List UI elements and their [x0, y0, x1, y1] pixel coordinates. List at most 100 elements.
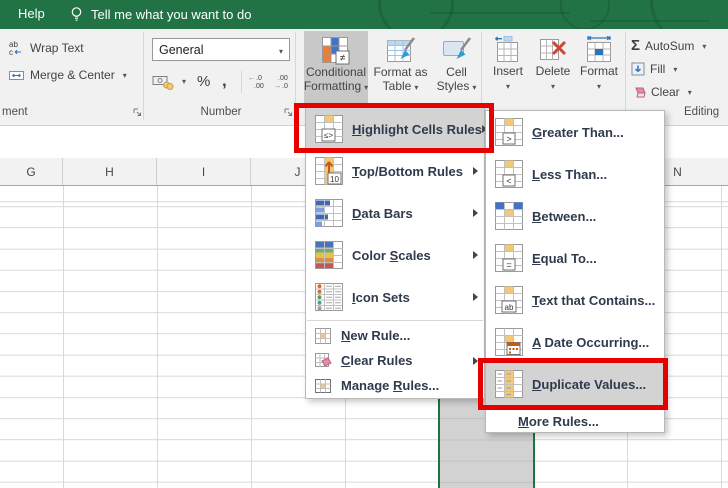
decorative-circuit-pattern [560, 0, 610, 29]
insert-icon [493, 35, 523, 65]
svg-text:10: 10 [330, 175, 339, 184]
svg-text:.00: .00 [278, 75, 288, 82]
svg-text:≤>: ≤> [324, 131, 333, 140]
highlight-cells-rules-icon: ≤> [314, 114, 344, 144]
submenu-item-label: Duplicate Values... [532, 377, 646, 392]
format-label: Format [580, 65, 618, 79]
menu-item-manage-rules[interactable]: Manage Rules... [306, 373, 484, 398]
wrap-text-button[interactable]: ab c Wrap Text [8, 36, 84, 60]
menu-item-clear-rules[interactable]: Clear Rules [306, 348, 484, 373]
small-separator [241, 71, 242, 93]
increase-decimal-icon: ←.0 .00 [248, 73, 270, 90]
conditional-formatting-label2: Formatting [304, 80, 368, 95]
group-separator [625, 32, 626, 120]
decrease-decimal-button[interactable]: .00 →.0 [274, 69, 296, 93]
svg-text:.0: .0 [256, 75, 262, 82]
submenu-arrow-icon [473, 357, 478, 365]
menu-item-label: Icon Sets [352, 290, 410, 305]
submenu-item-between[interactable]: Between... [486, 195, 664, 237]
svg-text:>: > [506, 134, 511, 144]
title-bar: Help Tell me what you want to do [0, 0, 728, 29]
decorative-circuit-pattern [650, 0, 728, 29]
increase-decimal-button[interactable]: ←.0 .00 [248, 69, 270, 93]
delete-label: Delete [536, 65, 571, 79]
group-label-alignment: ment [2, 106, 28, 118]
dialog-launcher-icon[interactable] [283, 107, 294, 118]
submenu-arrow-icon [473, 293, 478, 301]
column-header-g[interactable]: G [0, 158, 63, 185]
cell-styles-button[interactable]: Cell Styles [433, 31, 480, 104]
dialog-launcher-icon[interactable] [132, 107, 143, 118]
number-format-combobox[interactable]: General [152, 38, 290, 61]
submenu-item-less-than[interactable]: < Less Than... [486, 153, 664, 195]
wrap-text-icon: ab c [8, 40, 25, 56]
less-than-icon: < [494, 159, 524, 189]
svg-text:.00: .00 [254, 83, 264, 90]
insert-button[interactable]: Insert [486, 31, 530, 104]
delete-button[interactable]: Delete [531, 31, 575, 104]
column-header-h[interactable]: H [63, 158, 157, 185]
svg-text:ab: ab [505, 303, 514, 312]
merge-center-button[interactable]: Merge & Center [8, 63, 127, 87]
clear-button[interactable]: Clear [631, 80, 692, 104]
accounting-format-button[interactable] [152, 69, 186, 93]
merge-center-label: Merge & Center [30, 68, 115, 82]
submenu-item-greater-than[interactable]: > Greater Than... [486, 111, 664, 153]
menu-item-color-scales[interactable]: Color Scales [306, 234, 484, 276]
menu-item-label: Manage Rules... [341, 378, 439, 393]
highlight-cells-rules-submenu: > Greater Than... < Less Than... Betwe [485, 110, 665, 433]
decorative-circuit-pattern [590, 20, 710, 22]
submenu-item-duplicate-values[interactable]: Duplicate Values... [486, 363, 664, 405]
submenu-item-a-date-occurring[interactable]: A Date Occurring... [486, 321, 664, 363]
submenu-item-label: Equal To... [532, 251, 597, 266]
menu-item-new-rule[interactable]: New Rule... [306, 323, 484, 348]
menu-item-highlight-cells-rules[interactable]: ≤> Highlight Cells Rules [306, 108, 484, 150]
comma-icon: , [222, 76, 227, 86]
top-bottom-rules-icon: 10 [314, 156, 344, 186]
fill-icon [631, 62, 645, 76]
tell-me-box[interactable]: Tell me what you want to do [70, 3, 251, 26]
menu-separator [487, 407, 663, 408]
column-header-i[interactable]: I [157, 158, 251, 185]
format-button[interactable]: Format [576, 31, 622, 104]
between-icon [494, 201, 524, 231]
submenu-arrow-icon [473, 209, 478, 217]
clear-label: Clear [651, 85, 680, 99]
menu-item-top-bottom-rules[interactable]: 10 Top/Bottom Rules [306, 150, 484, 192]
number-format-value: General [159, 43, 279, 57]
format-as-table-icon [386, 36, 416, 66]
menu-item-icon-sets[interactable]: Icon Sets [306, 276, 484, 318]
tab-help[interactable]: Help [18, 6, 45, 21]
submenu-item-more-rules[interactable]: More Rules... [486, 410, 664, 432]
cell-styles-label: Cell [446, 66, 467, 80]
clear-icon [631, 86, 646, 99]
comma-style-button[interactable]: , [222, 69, 227, 93]
percent-style-button[interactable]: % [197, 69, 210, 93]
conditional-formatting-icon: ≠ [321, 36, 351, 66]
submenu-item-label: Between... [532, 209, 596, 224]
fill-button[interactable]: Fill [631, 57, 677, 81]
dropdown-caret-icon [551, 79, 555, 94]
menu-item-data-bars[interactable]: Data Bars [306, 192, 484, 234]
svg-text:.0: .0 [282, 83, 288, 90]
format-as-table-button[interactable]: Format as Table [369, 31, 432, 104]
insert-label: Insert [493, 65, 523, 79]
menu-item-label: Clear Rules [341, 353, 413, 368]
text-that-contains-icon: ab [494, 285, 524, 315]
menu-item-label: New Rule... [341, 328, 410, 343]
autosum-button[interactable]: Σ AutoSum [631, 34, 706, 58]
menu-item-label: Highlight Cells Rules [352, 122, 482, 137]
conditional-formatting-button[interactable]: ≠ Conditional Formatting [304, 31, 368, 104]
data-bars-icon [314, 198, 344, 228]
svg-text:c: c [9, 48, 13, 56]
menu-separator [307, 320, 483, 321]
submenu-item-equal-to[interactable]: = Equal To... [486, 237, 664, 279]
submenu-item-text-that-contains[interactable]: ab Text that Contains... [486, 279, 664, 321]
greater-than-icon: > [494, 117, 524, 147]
menu-item-label: Color Scales [352, 248, 431, 263]
svg-text:←: ← [248, 75, 255, 82]
cell-styles-label2: Styles [437, 80, 477, 95]
autosum-label: AutoSum [645, 39, 694, 53]
cell-styles-icon [442, 36, 472, 66]
submenu-item-label: Less Than... [532, 167, 607, 182]
